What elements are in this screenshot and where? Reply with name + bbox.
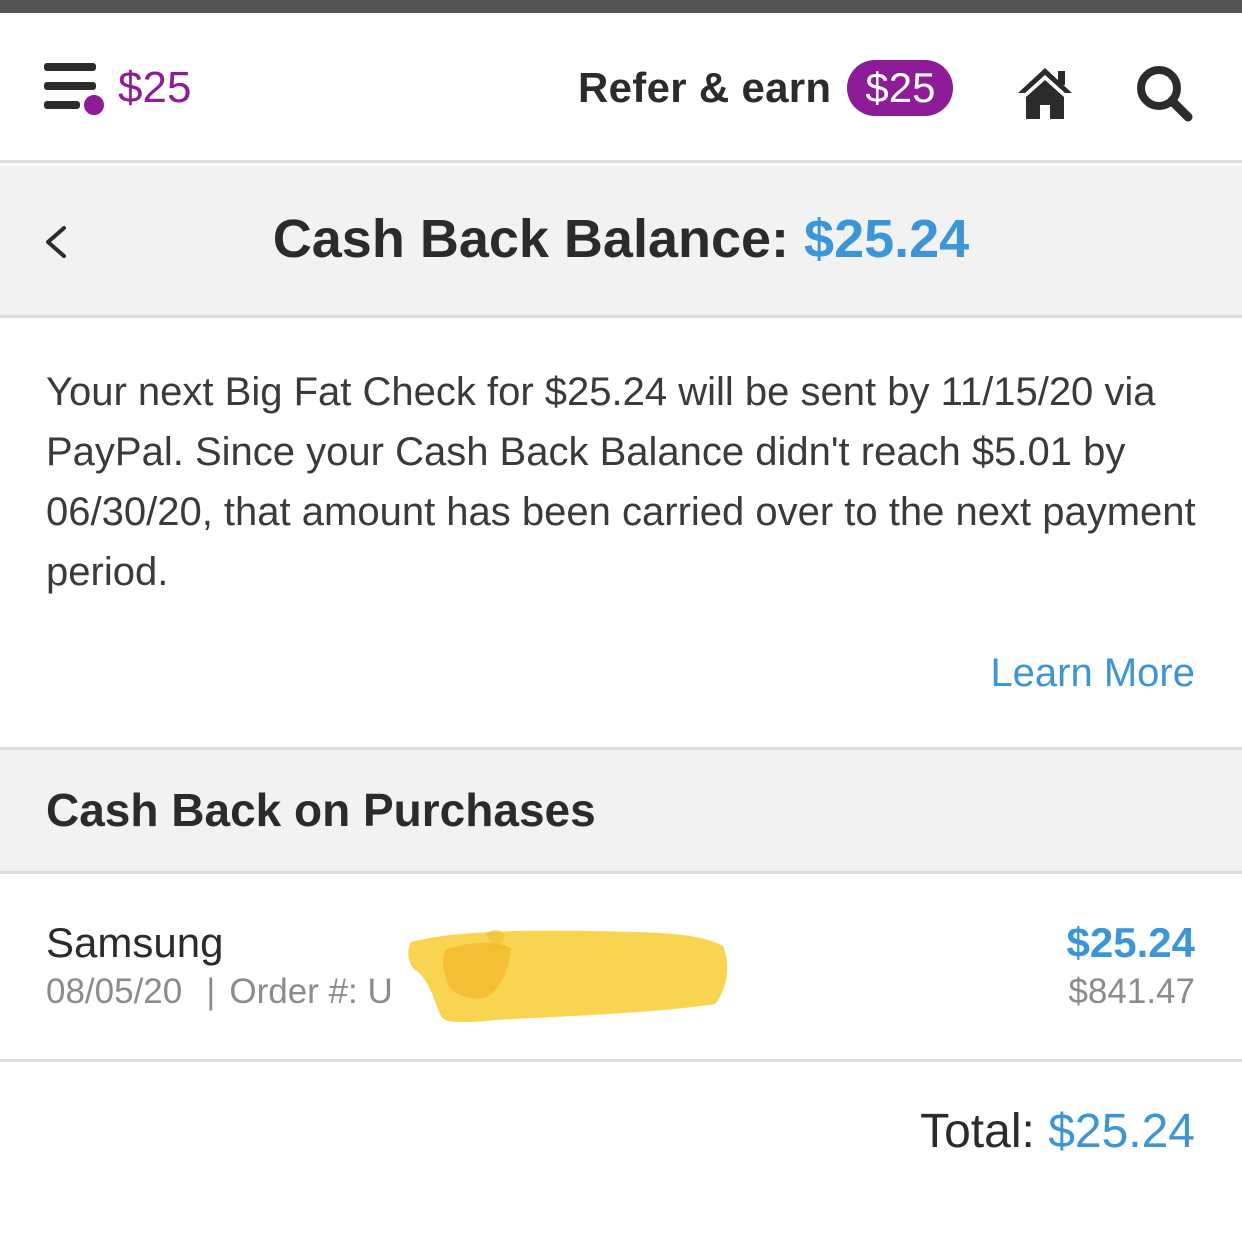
store-name: Samsung — [46, 919, 224, 966]
redaction-mark — [405, 920, 735, 1030]
section-title: Cash Back on Purchases — [46, 784, 596, 836]
status-strip — [0, 0, 1242, 13]
balance-header: Cash Back Balance: $25.24 — [0, 166, 1242, 318]
total-amount: $25.24 — [1048, 1105, 1195, 1158]
refer-amount-badge: $25 — [847, 60, 954, 116]
search-icon[interactable] — [1134, 63, 1194, 123]
home-icon[interactable] — [1016, 65, 1074, 121]
refer-label: Refer & earn — [578, 64, 832, 111]
order-number: Order #: U — [229, 972, 393, 1011]
top-nav: $25 Refer & earn $25 — [0, 13, 1242, 163]
page-title: Cash Back Balance: $25.24 — [0, 206, 1242, 272]
meta-separator: | — [206, 972, 216, 1011]
section-header: Cash Back on Purchases — [0, 747, 1242, 874]
nav-cash-back-balance[interactable]: $25 — [118, 63, 191, 113]
total-label: Total: — [920, 1105, 1035, 1158]
purchase-amount: $841.47 — [1068, 972, 1195, 1011]
payment-info-text: Your next Big Fat Check for $25.24 will … — [46, 370, 1196, 594]
title-amount: $25.24 — [804, 209, 970, 269]
notification-dot — [81, 92, 107, 118]
title-label: Cash Back Balance: — [272, 209, 790, 269]
purchase-date: 08/05/20 — [46, 972, 183, 1011]
learn-more-link[interactable]: Learn More — [990, 648, 1195, 698]
purchases-total: Total: $25.24 — [920, 1102, 1195, 1162]
purchase-cash-back: $25.24 — [1066, 919, 1195, 966]
hamburger-menu-icon[interactable] — [44, 61, 107, 121]
refer-and-earn-link[interactable]: Refer & earn $25 — [578, 59, 954, 117]
purchase-meta: 08/05/20 | Order #: U — [46, 970, 393, 1014]
